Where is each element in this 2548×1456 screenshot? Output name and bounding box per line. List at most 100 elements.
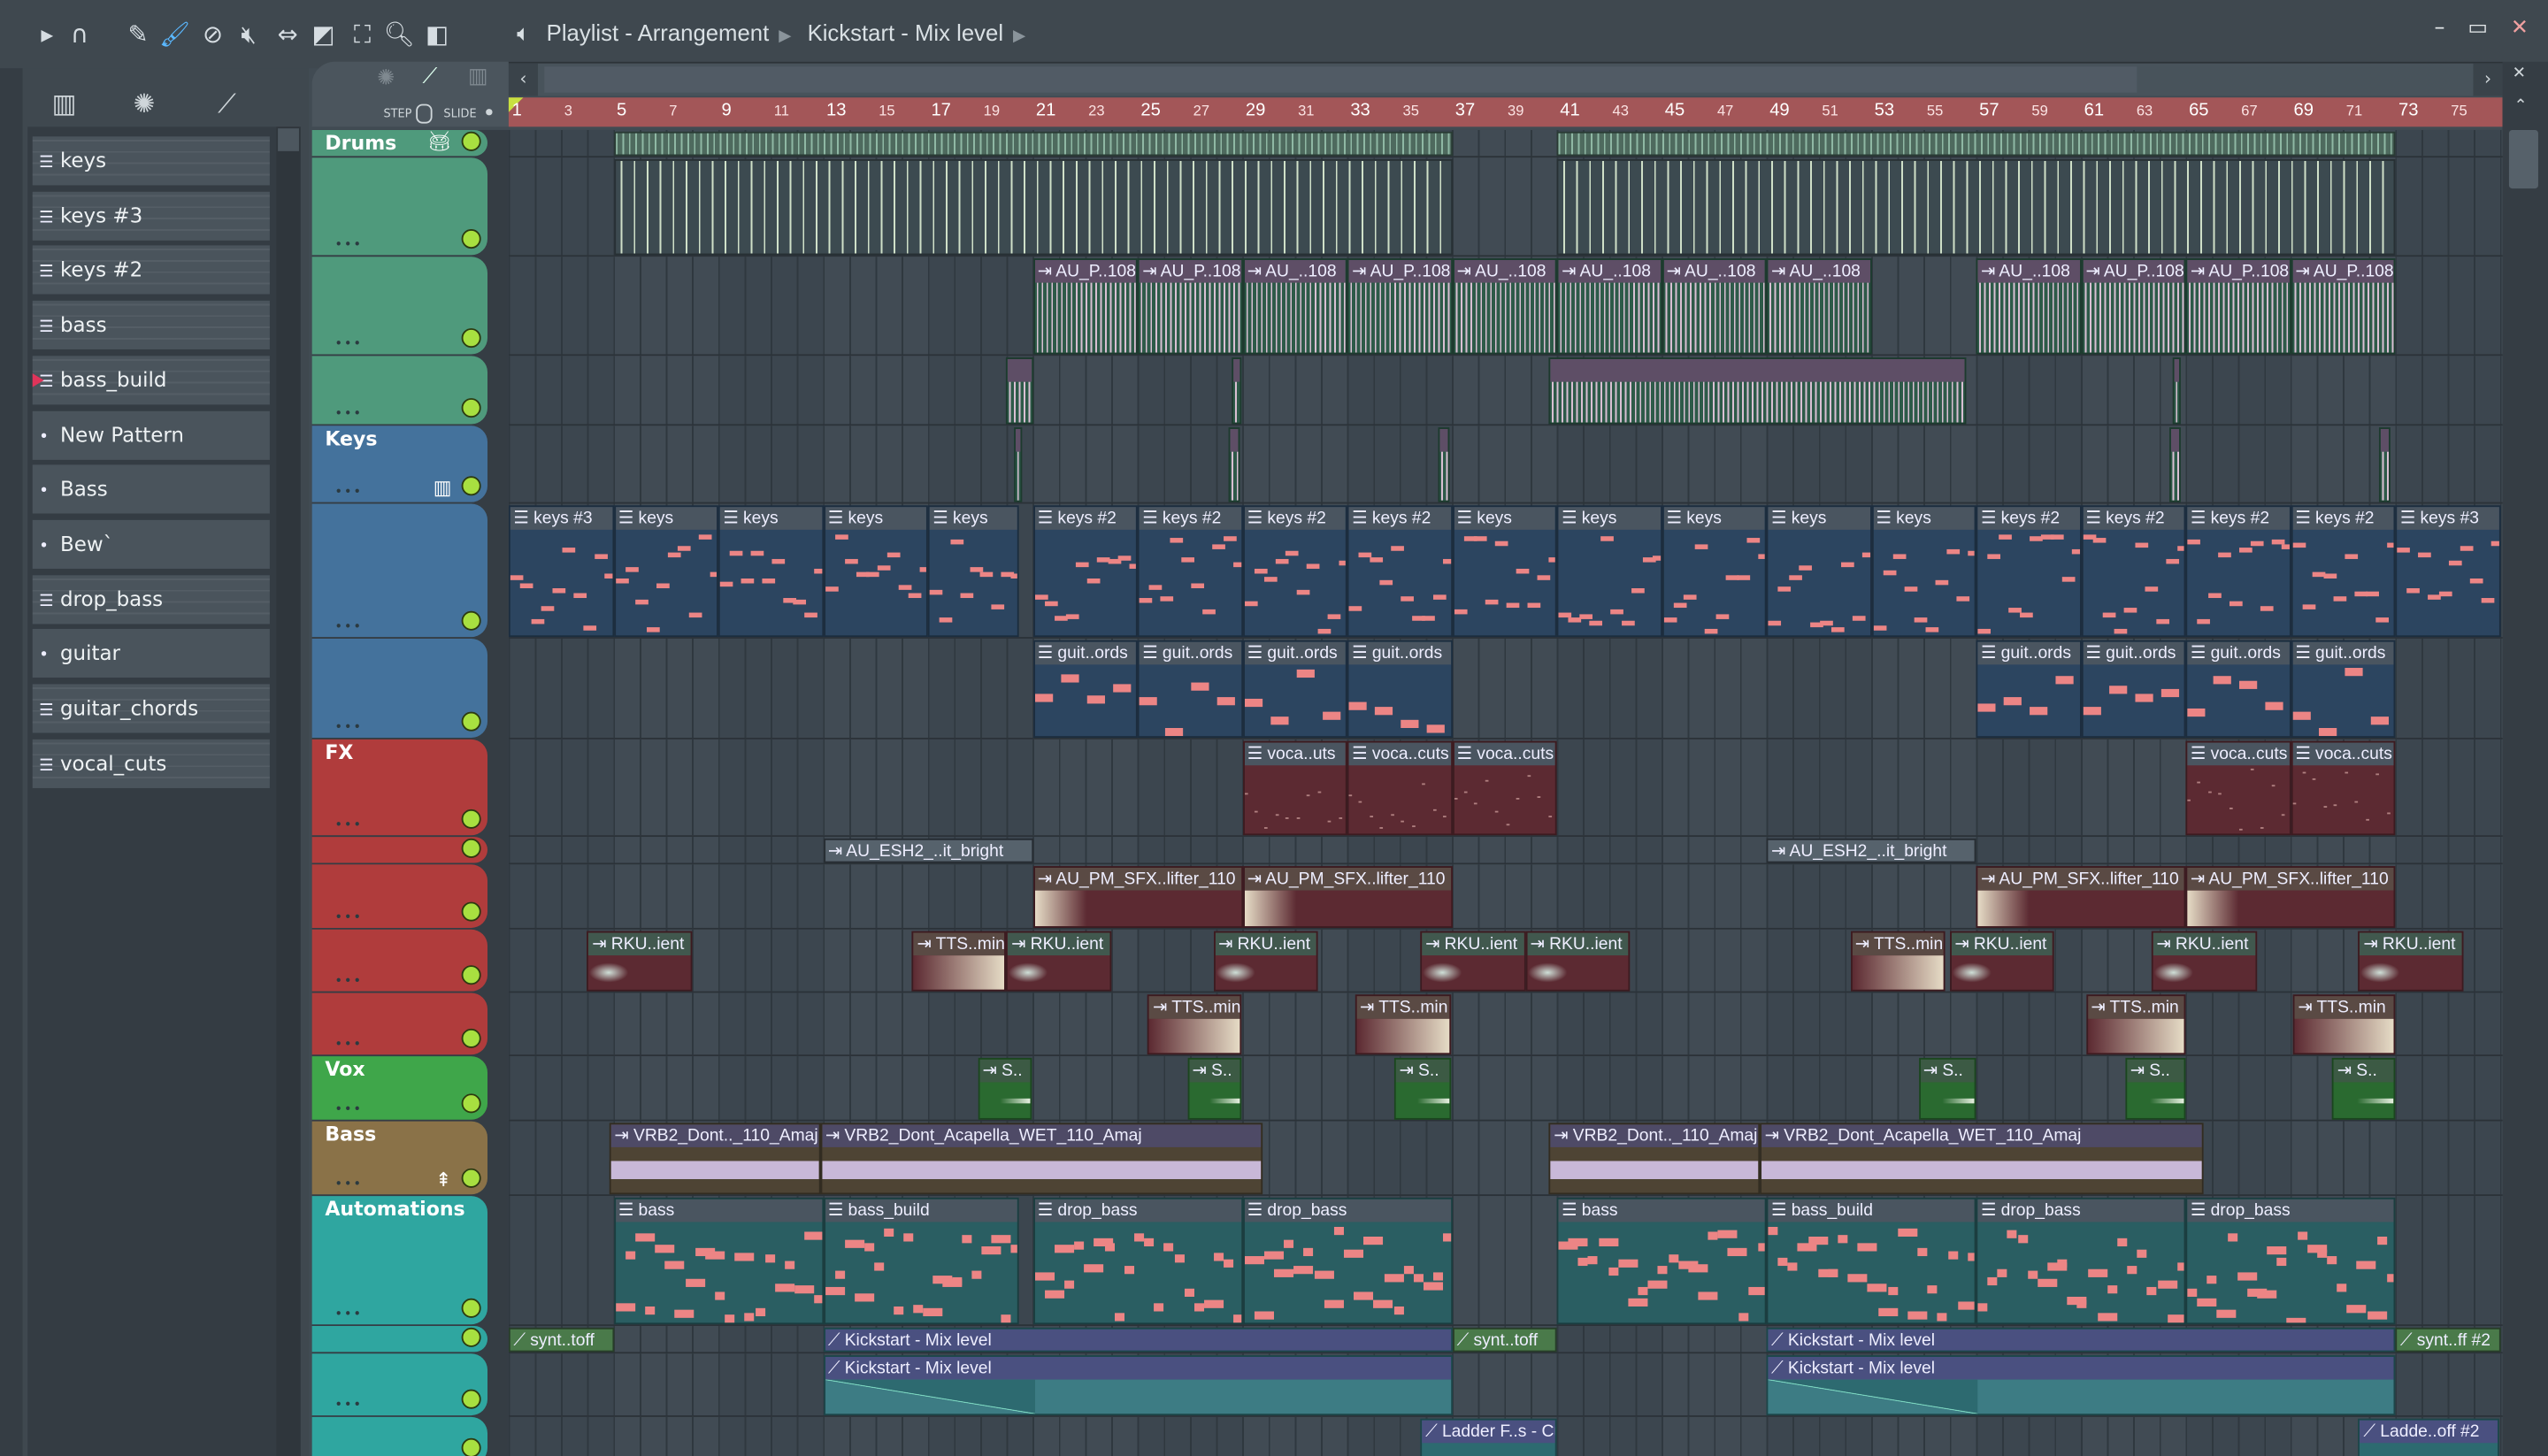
clip-vox[interactable]: ⇥ S.. — [978, 1057, 1033, 1120]
automation-icon[interactable]: ⟋ — [423, 65, 438, 89]
delete-icon[interactable]: ⊘ — [198, 19, 227, 49]
clip-auto[interactable]: ⟋ Kickstart - Mix level — [1766, 1327, 2396, 1353]
playlist-grid[interactable]: ⇥ AU_P..108 ⇥ AU_P..108 ⇥ AU_..108 ⇥ AU_P..… — [508, 129, 2503, 1456]
track-mute-led[interactable] — [461, 1327, 481, 1347]
track-mute-led[interactable] — [461, 1389, 481, 1409]
clip-vocal[interactable]: ⇥ VRB2_Dont_Acapella_WET_110_Amaj — [820, 1123, 1263, 1195]
clip-hit[interactable]: ⇥ RKU..ient — [1949, 931, 2055, 992]
clip-chords[interactable]: ☰ guit..ords — [1032, 640, 1138, 739]
vertical-scroll-thumb[interactable] — [2508, 129, 2538, 189]
clip-notes[interactable]: ☰ keys #2 — [1137, 505, 1243, 638]
clip-notes[interactable]: ☰ keys #2 — [2290, 505, 2396, 638]
clip-hit[interactable]: ⇥ RKU..ient — [1420, 931, 1526, 992]
playlist-track[interactable] — [508, 356, 2503, 426]
track-mute-led[interactable] — [461, 398, 481, 418]
clip-chords[interactable]: ☰ guit..ords — [1976, 640, 2081, 739]
track-header[interactable]: Drums 🥁︎ — [311, 129, 488, 157]
pattern-item[interactable]: ☰ vocal_cuts — [32, 739, 270, 788]
mute-icon[interactable]: 🔇︎ — [234, 19, 263, 49]
clip-audio[interactable] — [2169, 427, 2181, 502]
clip-plain[interactable]: ⇥ AU_ESH2_..it_bright — [1766, 838, 1976, 863]
pattern-item[interactable]: • Bew` — [32, 519, 270, 569]
slide-toggle[interactable] — [486, 109, 493, 116]
clip-vocal[interactable]: ⇥ VRB2_Dont_Acapella_WET_110_Amaj — [1760, 1123, 2205, 1195]
clip-notes[interactable]: ☰ keys #2 — [1976, 505, 2081, 638]
clip-sfx[interactable]: ⇥ AU_PM_SFX..lifter_110 — [2185, 866, 2396, 928]
clip-audio[interactable] — [2379, 427, 2391, 502]
playlist-track[interactable]: ⟋ Ladder F..s - Cutoff⟋ Ladde..off #2 — [508, 1416, 2503, 1456]
clip-audio[interactable] — [1006, 357, 1033, 425]
track-menu-icon[interactable]: ••• — [334, 973, 363, 988]
track-header[interactable] — [311, 837, 488, 863]
clip-fxpat[interactable]: ☰ voca..cuts — [2290, 740, 2396, 836]
track-mute-led[interactable] — [461, 965, 481, 985]
clip-riser[interactable]: ⇥ TTS..min — [1355, 994, 1453, 1055]
clip-audio[interactable]: ⇥ AU_P..108 — [1347, 258, 1453, 355]
clip-audio[interactable]: ⇥ AU_P..108 — [1032, 258, 1138, 355]
playlist-track[interactable] — [508, 129, 2503, 158]
clip-basspat[interactable]: ☰ bass_build — [823, 1197, 1020, 1325]
clip-autogreen[interactable]: ⟋ synt..ff #2 — [2395, 1327, 2500, 1353]
clip-fxpat[interactable]: ☰ voca..cuts — [1347, 740, 1453, 836]
pattern-item[interactable]: • guitar — [32, 629, 270, 678]
clip-notes[interactable]: ☰ keys #3 — [508, 505, 614, 638]
breadcrumb-clip[interactable]: Kickstart - Mix level — [808, 19, 1003, 45]
clip-hit[interactable]: ⇥ RKU..ient — [2358, 931, 2464, 992]
piano-roll-icon[interactable]: ▥ — [468, 65, 488, 89]
clip-drumhits[interactable] — [1556, 159, 2396, 256]
track-header[interactable]: ••• — [311, 992, 488, 1055]
clip-vocal[interactable]: ⇥ VRB2_Dont.._110_Amaj — [1548, 1123, 1761, 1195]
clip-notes[interactable]: ☰ keys #2 — [2185, 505, 2291, 638]
clip-notes[interactable]: ☰ keys — [1870, 505, 1976, 638]
step-toggle[interactable] — [416, 103, 433, 124]
clip-audio[interactable]: ⇥ AU_..108 — [1976, 258, 2081, 355]
clip-audio[interactable] — [1014, 427, 1023, 502]
clip-riser[interactable]: ⇥ TTS..min — [1850, 931, 1945, 992]
timeline-ruler[interactable]: 1 3 5 7 9 11 13 15 17 19 21 23 25 27 29 31 33 35 37 39 41 43 4… — [508, 97, 2523, 127]
playlist-track[interactable]: ⇥ VRB2_Dont.._110_Amaj ⇥ VRB2_Dont_Acapel… — [508, 1121, 2503, 1197]
play-arrow-icon[interactable]: ▸ — [33, 19, 62, 49]
pattern-list-scrollbar[interactable] — [276, 126, 301, 1456]
clip-audio[interactable] — [1232, 357, 1243, 425]
pencil-icon[interactable]: ✎ — [124, 19, 153, 49]
track-header[interactable]: Bass ⇞ ••• — [311, 1121, 488, 1195]
clip-notes[interactable]: ☰ keys — [1662, 505, 1767, 638]
track-mute-led[interactable] — [461, 1028, 481, 1048]
clip-audio[interactable]: ⇥ AU_..108 — [1766, 258, 1871, 355]
playlist-track[interactable]: ⟋ synt..toff ⟋ Kickstart - Mix level ⟋ syn… — [508, 1326, 2503, 1354]
clip-audio[interactable]: ⇥ AU_..108 — [1556, 258, 1662, 355]
clip-chords[interactable]: ☰ guit..ords — [2290, 640, 2396, 739]
track-header[interactable]: Keys ▥ ••• — [311, 425, 488, 502]
clip-drumhits[interactable] — [613, 159, 1453, 256]
track-header[interactable]: ••• — [311, 638, 488, 739]
clip-notes[interactable]: ☰ keys #2 — [1242, 505, 1347, 638]
paint-brush-icon[interactable]: 🖌︎ — [159, 19, 190, 49]
clip-notes[interactable]: ☰ keys — [1556, 505, 1662, 638]
clip-autogreen[interactable]: ⟋ synt..toff — [508, 1327, 614, 1353]
pattern-item[interactable]: ☰ guitar_chords — [32, 684, 270, 733]
clip-fxpat[interactable]: ☰ voca..uts — [1242, 740, 1347, 836]
clip-vocal[interactable]: ⇥ VRB2_Dont.._110_Amaj — [609, 1123, 821, 1195]
clip-sfx[interactable]: ⇥ AU_PM_SFX..lifter_110 — [1976, 866, 2186, 928]
zoom-icon[interactable]: 🔍︎ — [383, 19, 414, 49]
clip-sfx[interactable]: ⇥ AU_PM_SFX..lifter_110 — [1242, 866, 1453, 928]
clip-audio[interactable]: ⇥ AU_..108 — [1662, 258, 1767, 355]
playlist-track[interactable] — [508, 425, 2503, 504]
playlist-overview-scrollbar[interactable]: ‹ › — [508, 61, 2503, 96]
pattern-item[interactable]: • New Pattern — [32, 410, 270, 459]
clip-riser[interactable]: ⇥ TTS..min — [1147, 994, 1243, 1055]
clip-notes[interactable]: ☰ keys #2 — [1347, 505, 1453, 638]
clip-auto[interactable]: ⟋ Ladder F..s - Cutoff — [1420, 1418, 1557, 1456]
track-header[interactable]: ••• — [311, 864, 488, 928]
clip-notes[interactable]: ☰ keys #2 — [2080, 505, 2186, 638]
clip-autoramp[interactable]: ⟋ Kickstart - Mix level — [823, 1355, 1453, 1416]
clip-audio[interactable] — [1439, 427, 1450, 502]
track-menu-icon[interactable]: ••• — [334, 910, 363, 925]
clip-hit[interactable]: ⇥ RKU..ient — [587, 931, 693, 992]
pattern-item[interactable]: ☰ drop_bass — [32, 574, 270, 624]
playlist-track[interactable]: ⇥ RKU..ient ⇥ TTS..min ⇥ RKU..ient ⇥ RKU..i… — [508, 929, 2503, 993]
clip-basspat[interactable]: ☰ bass_build — [1766, 1197, 1976, 1325]
track-menu-icon[interactable]: ••• — [334, 1307, 363, 1322]
zoom-icon[interactable]: ✕ — [2513, 65, 2526, 82]
pattern-item[interactable]: ☰ keys #3 — [32, 191, 270, 241]
